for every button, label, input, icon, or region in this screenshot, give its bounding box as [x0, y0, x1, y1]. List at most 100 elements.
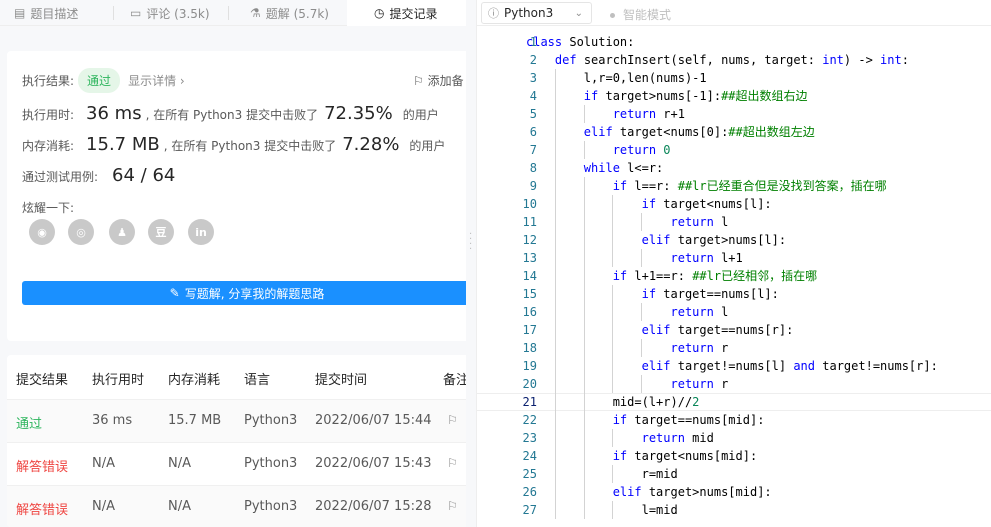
language-value: Python3: [504, 6, 554, 20]
code-line[interactable]: 4 if target>nums[-1]:##超出数组右边: [477, 87, 991, 105]
flag-icon[interactable]: ⚐: [447, 456, 458, 470]
code-line[interactable]: 10 if target<nums[l]:: [477, 195, 991, 213]
linkedin-icon[interactable]: in: [188, 219, 214, 245]
code-line[interactable]: 18 return r: [477, 339, 991, 357]
code-line[interactable]: 20 return r: [477, 375, 991, 393]
code-line[interactable]: 22 if target==nums[mid]:: [477, 411, 991, 429]
runtime-suffix: 的用户: [402, 108, 439, 122]
code-line[interactable]: 24 if target<nums[mid]:: [477, 447, 991, 465]
row-status[interactable]: 解答错误: [16, 499, 68, 518]
table-row[interactable]: 解答错误 N/A N/A Python3 2022/06/07 15:28 ⚐: [7, 485, 466, 527]
comment-icon: ▭: [130, 6, 142, 20]
code-text: return r: [670, 341, 729, 355]
status-badge: 通过: [78, 68, 121, 93]
tests-value: 64 / 64: [112, 165, 176, 186]
write-solution-button[interactable]: ✎ 写题解, 分享我的解题思路: [22, 281, 466, 305]
smart-mode-toggle[interactable]: 智能模式: [610, 6, 671, 23]
code-line[interactable]: 27 l=mid: [477, 501, 991, 519]
runtime-value: 36 ms: [86, 103, 142, 124]
row-runtime: 36 ms: [92, 413, 133, 428]
code-text: return l+1: [670, 251, 743, 265]
add-note-button[interactable]: ⚐ 添加备: [413, 72, 464, 89]
code-text: def searchInsert(self, nums, target: int…: [554, 53, 909, 67]
tab-separator: [228, 6, 229, 20]
code-line[interactable]: 9 if l==r: ##lr已经重合但是没找到答案，插在哪: [477, 177, 991, 195]
chevron-down-icon: ⌄: [574, 7, 583, 19]
memory-prefix: , 在所有 Python3 提交中击败了: [163, 139, 337, 153]
code-line[interactable]: 21 mid=(l+r)//2: [477, 393, 991, 411]
add-note-label: 添加备: [427, 74, 464, 88]
code-line[interactable]: 12 elif target>nums[l]:: [477, 231, 991, 249]
code-text: elif target<nums[0]:##超出数组左边: [583, 125, 815, 139]
description-icon: ▤: [14, 6, 26, 20]
weibo-icon[interactable]: ◎: [68, 219, 94, 245]
code-line[interactable]: 13 return l+1: [477, 249, 991, 267]
language-select[interactable]: ⓘ Python3 ⌄: [481, 2, 592, 24]
code-text: while l<=r:: [583, 161, 664, 175]
row-language: Python3: [244, 413, 298, 428]
tab-label: 提交记录: [389, 6, 438, 21]
code-line[interactable]: 23 return mid: [477, 429, 991, 447]
code-area[interactable]: 1 class Solution: 2 def searchInsert(self,…: [477, 33, 991, 519]
code-text: class Solution:: [526, 35, 635, 49]
tab-bar: ▤ 题目描述 ▭ 评论 (3.5k) ⚗ 题解 (5.7k) ◷ 提交记录: [0, 0, 466, 26]
code-text: return l: [670, 305, 729, 319]
result-card: 执行结果: 通过 显示详情 › ⚐ 添加备 执行用时: 36 ms , 在所有 …: [7, 51, 466, 341]
table-row[interactable]: 解答错误 N/A N/A Python3 2022/06/07 15:43 ⚐: [7, 442, 466, 485]
table-header: 提交结果 执行用时 内存消耗 语言 提交时间 备注: [7, 355, 466, 399]
memory-row: 内存消耗: 15.7 MB , 在所有 Python3 提交中击败了 7.28%…: [22, 134, 445, 155]
code-line[interactable]: 19 elif target!=nums[l] and target!=nums…: [477, 357, 991, 375]
code-line[interactable]: 3 l,r=0,len(nums)-1: [477, 69, 991, 87]
code-line[interactable]: 6 elif target<nums[0]:##超出数组左边: [477, 123, 991, 141]
code-line[interactable]: 1 class Solution:: [477, 33, 991, 51]
editor-toolbar: ⓘ Python3 ⌄ 智能模式: [477, 0, 991, 26]
qq-icon[interactable]: ♟: [109, 219, 135, 245]
code-editor-panel: ⓘ Python3 ⌄ 智能模式 1 class Solution: 2 def s…: [476, 0, 991, 527]
code-line[interactable]: 5 return r+1: [477, 105, 991, 123]
tab-description[interactable]: ▤ 题目描述: [14, 0, 78, 26]
code-line[interactable]: 14 if l+1==r: ##lr已经相邻，插在哪: [477, 267, 991, 285]
flag-icon[interactable]: ⚐: [447, 413, 458, 427]
show-details-link[interactable]: 显示详情 ›: [128, 72, 185, 89]
share-label: 炫耀一下:: [22, 201, 75, 215]
code-line[interactable]: 2 def searchInsert(self, nums, target: i…: [477, 51, 991, 69]
code-line[interactable]: 8 while l<=r:: [477, 159, 991, 177]
row-language: Python3: [244, 499, 298, 514]
row-memory: N/A: [168, 456, 191, 471]
code-line[interactable]: 16 return l: [477, 303, 991, 321]
code-line[interactable]: 7 return 0: [477, 141, 991, 159]
row-status[interactable]: 解答错误: [16, 456, 68, 475]
tab-comments[interactable]: ▭ 评论 (3.5k): [130, 0, 210, 26]
tab-solutions[interactable]: ⚗ 题解 (5.7k): [250, 0, 329, 26]
code-text: elif target>nums[mid]:: [612, 485, 772, 499]
submission-panel: ▤ 题目描述 ▭ 评论 (3.5k) ⚗ 题解 (5.7k) ◷ 提交记录 执行…: [0, 0, 466, 527]
tab-label: 题解 (5.7k): [265, 6, 329, 21]
code-line[interactable]: 15 if target==nums[l]:: [477, 285, 991, 303]
row-memory: N/A: [168, 499, 191, 514]
row-memory: 15.7 MB: [168, 413, 222, 428]
code-line[interactable]: 25 r=mid: [477, 465, 991, 483]
code-text: mid=(l+r)//2: [526, 395, 700, 409]
wechat-icon[interactable]: ◉: [29, 219, 55, 245]
code-text: if l==r: ##lr已经重合但是没找到答案，插在哪: [612, 179, 887, 193]
code-line[interactable]: 11 return l: [477, 213, 991, 231]
submissions-table: 提交结果 执行用时 内存消耗 语言 提交时间 备注 通过 36 ms 15.7 …: [7, 355, 466, 527]
write-solution-label: 写题解, 分享我的解题思路: [184, 286, 325, 301]
flag-icon[interactable]: ⚐: [447, 499, 458, 513]
tab-submissions[interactable]: ◷ 提交记录: [347, 0, 466, 26]
table-row[interactable]: 通过 36 ms 15.7 MB Python3 2022/06/07 15:4…: [7, 399, 466, 442]
runtime-label: 执行用时:: [22, 108, 75, 122]
runtime-percent: 72.35%: [324, 103, 393, 124]
row-status[interactable]: 通过: [16, 413, 42, 432]
code-line[interactable]: 17 elif target==nums[r]:: [477, 321, 991, 339]
smart-mode-label: 智能模式: [623, 8, 672, 22]
header-language: 语言: [244, 373, 271, 388]
panel-resize-handle[interactable]: · · · ·: [469, 230, 472, 255]
header-status: 提交结果: [16, 373, 69, 388]
memory-suffix: 的用户: [409, 139, 446, 153]
douban-icon[interactable]: 豆: [148, 219, 174, 245]
code-text: r=mid: [526, 467, 678, 481]
code-text: return mid: [641, 431, 714, 445]
runtime-row: 执行用时: 36 ms , 在所有 Python3 提交中击败了 72.35% …: [22, 103, 439, 124]
code-line[interactable]: 26 elif target>nums[mid]:: [477, 483, 991, 501]
